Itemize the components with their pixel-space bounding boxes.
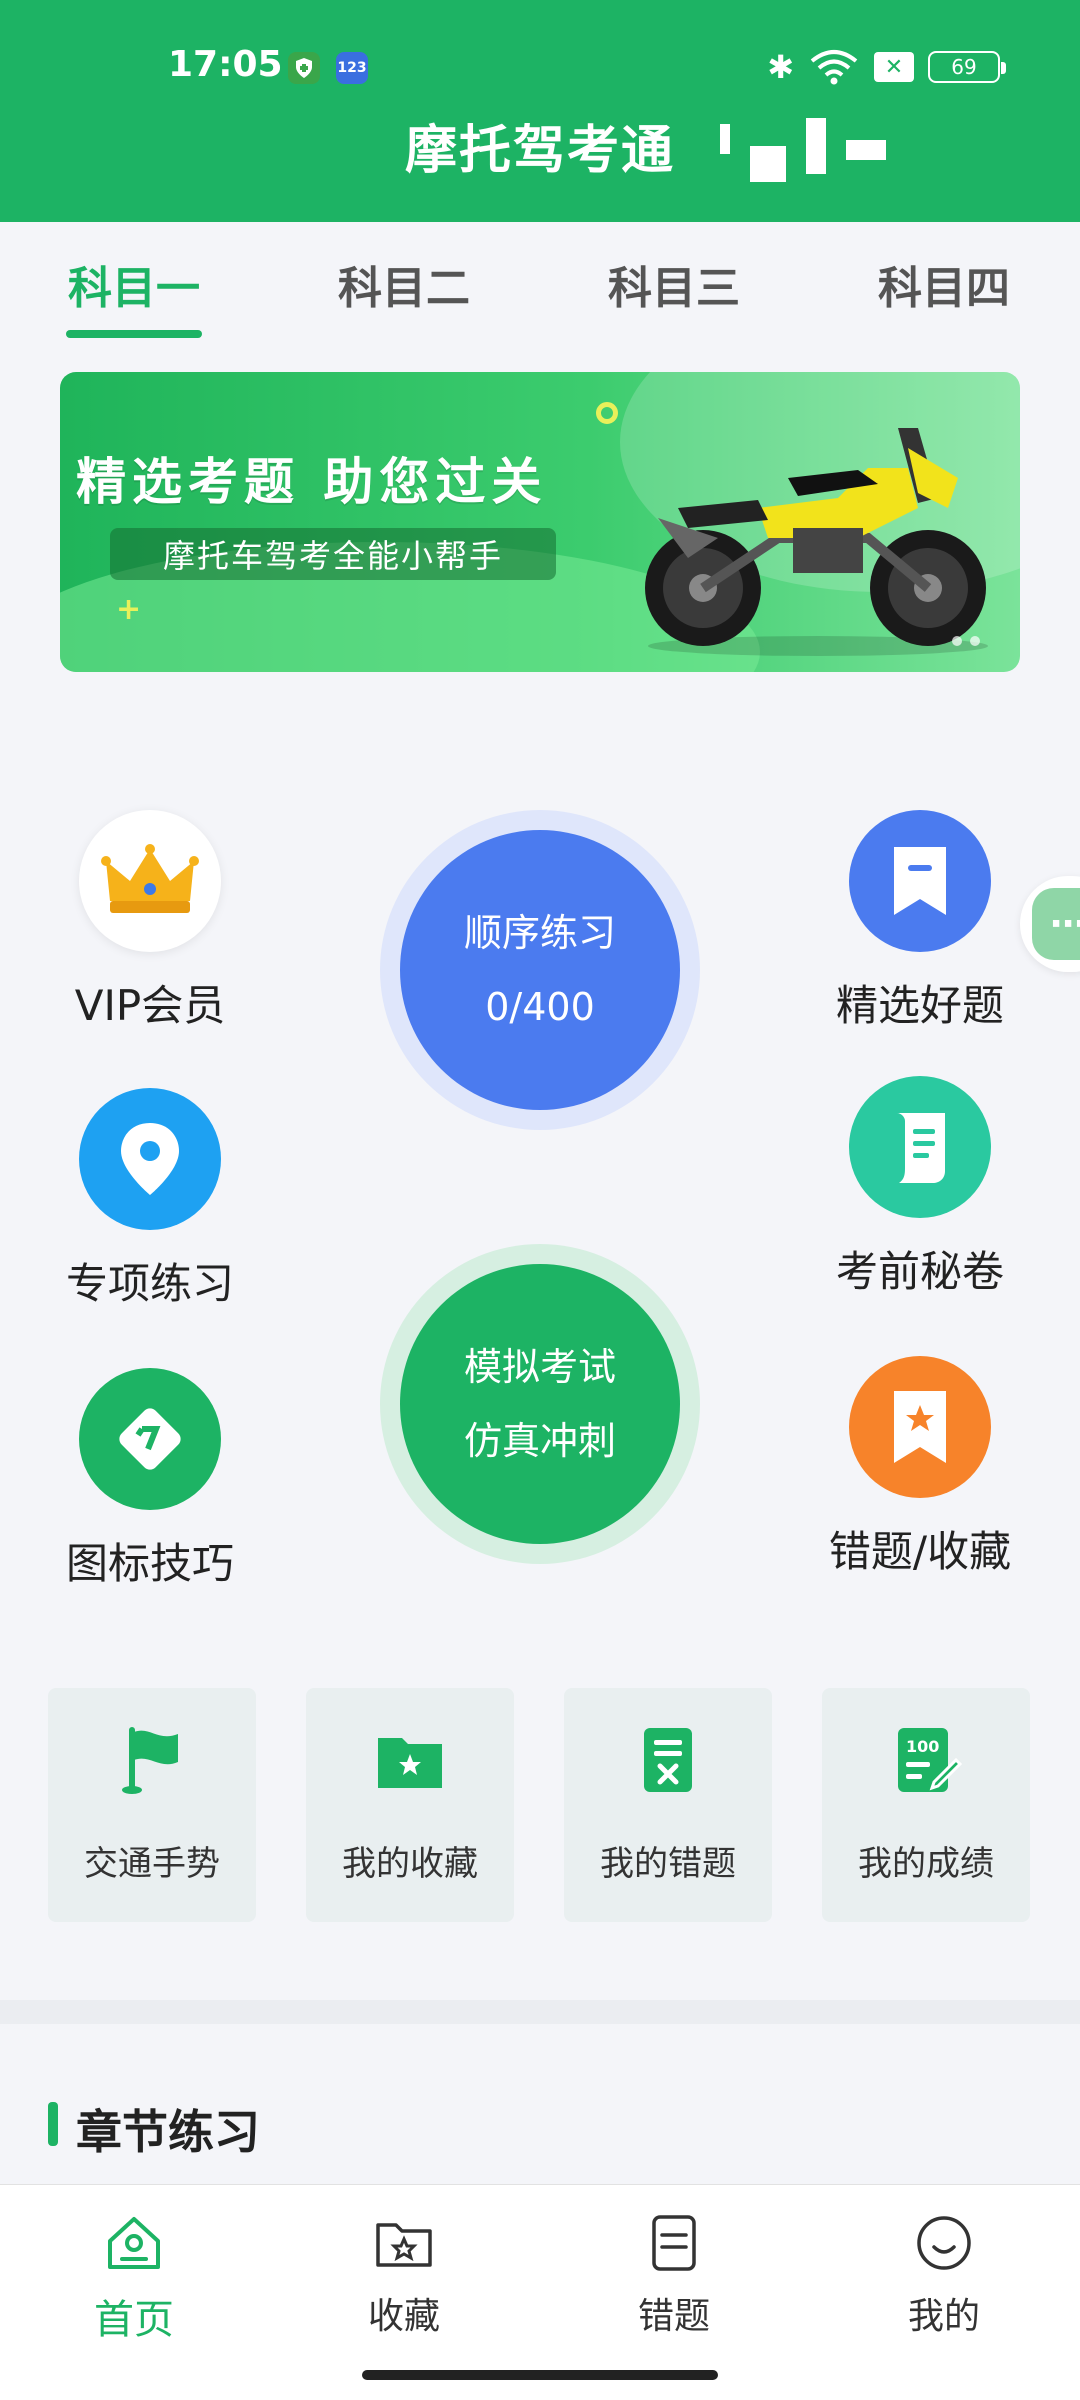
traffic-gesture-tile[interactable]: 交通手势 [48,1688,256,1922]
nav-home[interactable]: 首页 [34,2213,234,2345]
status-icons: ✱ ✕ 69 [767,48,1006,86]
nav-mine-label: 我的 [907,2296,980,2337]
banner-plus-decoration: + [116,592,142,627]
list-doc-icon [652,2215,696,2271]
promo-banner[interactable]: 精选考题 助您过关 摩托车驾考全能小帮手 + [60,372,1020,672]
banner-pager [952,636,980,646]
section-accent-bar [48,2102,58,2146]
my-score-tile[interactable]: 100 我的成绩 [822,1688,1030,1922]
battery-indicator: 69 [928,51,1006,83]
special-practice-button[interactable]: 专项练习 [40,1088,260,1311]
smile-icon [917,2216,971,2270]
wrong-favorites-label: 错题/收藏 [828,1527,1012,1576]
banner-ring-decoration [596,402,618,424]
nav-wrong-label: 错题 [637,2296,710,2337]
nav-mine[interactable]: 我的 [844,2213,1044,2339]
nav-home-label: 首页 [94,2297,174,2343]
page-title: 摩托驾考通 [404,121,675,181]
selected-questions-label: 精选好题 [835,981,1004,1030]
flag-icon [122,1727,178,1794]
traffic-gesture-label: 交通手势 [84,1844,220,1884]
sign-tips-button[interactable]: 图标技巧 [40,1368,260,1591]
banner-title: 精选考题 助您过关 [76,453,548,511]
shield-icon [288,52,320,84]
close-icon[interactable] [846,140,886,160]
bookmark-icon [849,810,991,952]
crown-icon [79,810,221,952]
my-wrong-tile[interactable]: 我的错题 [564,1688,772,1922]
status-time: 17:05 [168,44,283,85]
my-wrong-label: 我的错题 [600,1844,736,1884]
bluetooth-icon: ✱ [767,48,794,86]
bottom-navigation: 首页 收藏 错题 我的 [0,2184,1080,2400]
wrong-favorites-button[interactable]: 错题/收藏 [810,1356,1030,1579]
road-sign-icon [79,1368,221,1510]
star-folder-icon [378,1738,442,1788]
nav-favorites-label: 收藏 [367,2296,440,2337]
secret-paper-button[interactable]: 考前秘卷 [810,1076,1030,1299]
home-indicator[interactable] [362,2370,718,2380]
share-icon[interactable] [720,124,730,154]
sim-off-icon: ✕ [874,52,914,82]
svg-text:100: 100 [906,1737,939,1756]
sign-tips-label: 图标技巧 [65,1539,234,1588]
app-header: 17:05 123 ✱ ✕ 69 摩托驾考通 [0,0,1080,222]
sequence-practice-progress: 0/400 [485,985,595,1029]
mock-exam-line2: 仿真冲刺 [463,1419,616,1463]
secret-paper-label: 考前秘卷 [835,1247,1004,1296]
home-icon [108,2217,160,2269]
my-favorites-label: 我的收藏 [342,1844,478,1884]
more-icon[interactable] [806,118,826,174]
nav-wrong[interactable]: 错题 [574,2213,774,2339]
wifi-icon [810,50,858,85]
tab-subject-4[interactable]: 科目四 [844,252,1044,316]
nav-favorites[interactable]: 收藏 [304,2213,504,2339]
my-score-label: 我的成绩 [858,1844,994,1884]
menu-icon[interactable] [750,146,786,182]
more-dots-icon: ⋯ [1032,888,1080,960]
location-pin-icon [79,1088,221,1230]
special-practice-label: 专项练习 [65,1259,234,1308]
scroll-icon [849,1076,991,1218]
wrong-doc-icon [644,1728,692,1792]
selected-questions-button[interactable]: 精选好题 [810,810,1030,1033]
motorcycle-image [645,428,988,656]
mock-exam-line1: 模拟考试 [463,1345,616,1389]
sequence-practice-button[interactable]: 顺序练习 0/400 [380,810,700,1130]
section-divider [0,2000,1080,2024]
sequence-practice-label: 顺序练习 [463,911,616,955]
banner-subtitle: 摩托车驾考全能小帮手 [110,528,556,580]
tab-subject-2[interactable]: 科目二 [304,252,504,316]
tab-subject-3[interactable]: 科目三 [574,252,774,316]
star-bookmark-icon [849,1356,991,1498]
mock-exam-button[interactable]: 模拟考试 仿真冲刺 [380,1244,700,1564]
notification-badge: 123 [336,52,368,84]
my-favorites-tile[interactable]: 我的收藏 [306,1688,514,1922]
chapter-practice-title: 章节练习 [76,2105,260,2159]
tab-subject-1[interactable]: 科目一 [34,252,234,316]
vip-member-button[interactable]: VIP会员 [40,810,260,1033]
active-tab-indicator [66,330,202,338]
header-actions[interactable] [720,118,886,182]
vip-label: VIP会员 [74,981,226,1030]
score-doc-icon: 100 [898,1728,962,1792]
star-folder-icon [376,2223,432,2267]
